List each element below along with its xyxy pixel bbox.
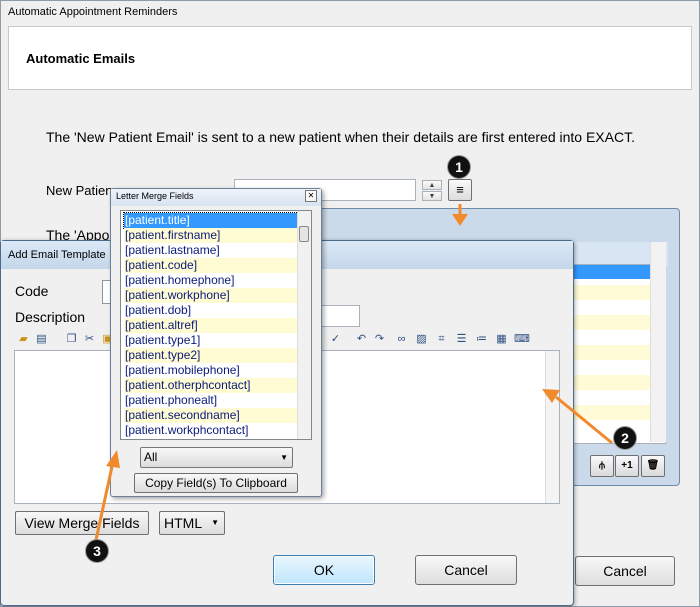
scroll-thumb[interactable]: [299, 226, 309, 242]
callout-3: 3: [86, 540, 108, 562]
merge-field-item[interactable]: [patient.firstname]: [124, 228, 298, 243]
numbered-list-icon[interactable]: ☰: [454, 332, 469, 347]
merge-field-item[interactable]: [patient.type2]: [124, 348, 298, 363]
merge-fields-filter-select[interactable]: All ▼: [140, 447, 293, 468]
background-scrollbar[interactable]: [650, 242, 666, 442]
link-icon[interactable]: ∞: [394, 332, 409, 347]
format-select[interactable]: HTML ▼: [159, 511, 225, 535]
format-select-value: HTML: [164, 515, 203, 531]
merge-field-item[interactable]: [patient.otherphcontact]: [124, 378, 298, 393]
ok-button[interactable]: OK: [273, 555, 375, 585]
chevron-down-icon: ▼: [211, 518, 219, 527]
description-input[interactable]: [318, 305, 360, 327]
page-heading: Automatic Emails: [26, 51, 136, 66]
cancel-button[interactable]: Cancel: [415, 555, 517, 585]
open-icon[interactable]: ▰: [16, 332, 31, 347]
merge-field-item[interactable]: [patient.title]: [123, 212, 299, 229]
editor-scrollbar[interactable]: [545, 351, 559, 503]
merge-field-item[interactable]: [patient.homephone]: [124, 273, 298, 288]
spin-down-icon[interactable]: ▼: [422, 191, 442, 201]
spellcheck-icon[interactable]: ✓: [328, 332, 343, 347]
window-title: Automatic Appointment Reminders: [8, 6, 178, 18]
merge-field-item[interactable]: [patient.phonealt]: [124, 393, 298, 408]
delete-button[interactable]: 🗑: [641, 455, 665, 477]
merge-fields-button[interactable]: ≡: [448, 179, 472, 201]
filter-select-value: All: [144, 450, 158, 464]
trash-icon: 🗑: [646, 460, 660, 471]
letter-merge-fields-title: Letter Merge Fields: [116, 191, 194, 201]
print-icon[interactable]: ▤: [34, 332, 49, 347]
image-icon[interactable]: ▨: [414, 332, 429, 347]
main-cancel-button[interactable]: Cancel: [575, 556, 675, 586]
copy-icon[interactable]: ❐: [64, 332, 79, 347]
merge-field-item[interactable]: [patient.secondname]: [124, 408, 298, 423]
merge-field-item[interactable]: [patient.lastname]: [124, 243, 298, 258]
callout-1: 1: [448, 156, 470, 178]
add-email-template-title: Add Email Template: [8, 249, 106, 261]
merge-field-item[interactable]: [patient.type1]: [124, 333, 298, 348]
copy-to-clipboard-button[interactable]: Copy Field(s) To Clipboard: [134, 473, 298, 493]
description-label: Description: [15, 309, 86, 325]
split-icon: ⫛: [599, 460, 605, 471]
close-icon[interactable]: ✕: [305, 190, 317, 202]
redo-icon[interactable]: ↷: [372, 332, 387, 347]
plus-one-button[interactable]: +1: [615, 455, 639, 477]
code-label: Code: [15, 283, 49, 299]
resize-icon[interactable]: ⌗: [434, 332, 449, 347]
merge-field-item[interactable]: [patient.mobilephone]: [124, 363, 298, 378]
description-text: The 'New Patient Email' is sent to a new…: [46, 129, 635, 145]
merge-field-item[interactable]: [patient.workphcontact]: [124, 423, 298, 438]
undo-icon[interactable]: ↶: [354, 332, 369, 347]
new-patient-email-label: New Patient Email: [46, 183, 112, 198]
editor-toolbar-right: ✓ ↶ ↷ ∞ ▨ ⌗ ☰ ≔ ▦ ⌨: [322, 330, 536, 350]
keyboard-icon[interactable]: ⌨: [514, 332, 530, 347]
split-button[interactable]: ⫛: [590, 455, 614, 477]
cut-icon[interactable]: ✂: [82, 332, 97, 347]
spin-control[interactable]: ▲ ▼: [422, 180, 442, 202]
merge-fields-scrollbar[interactable]: [297, 211, 311, 439]
list-icon: ≡: [456, 182, 464, 197]
callout-2: 2: [614, 427, 636, 449]
merge-field-item[interactable]: [patient.code]: [124, 258, 298, 273]
chevron-down-icon: ▼: [280, 453, 288, 462]
merge-field-item[interactable]: [patient.dob]: [124, 303, 298, 318]
table-icon[interactable]: ▦: [494, 332, 509, 347]
bullet-list-icon[interactable]: ≔: [474, 332, 489, 347]
editor-toolbar-left: ▰ ▤ ❐ ✂ ▣: [14, 330, 112, 350]
merge-field-item[interactable]: [patient.altref]: [124, 318, 298, 333]
merge-field-item[interactable]: [patient.workphone]: [124, 288, 298, 303]
merge-fields-list[interactable]: [patient.title] [patient.firstname] [patie…: [120, 210, 312, 440]
spin-up-icon[interactable]: ▲: [422, 180, 442, 190]
view-merge-fields-button[interactable]: View Merge Fields: [15, 511, 149, 535]
